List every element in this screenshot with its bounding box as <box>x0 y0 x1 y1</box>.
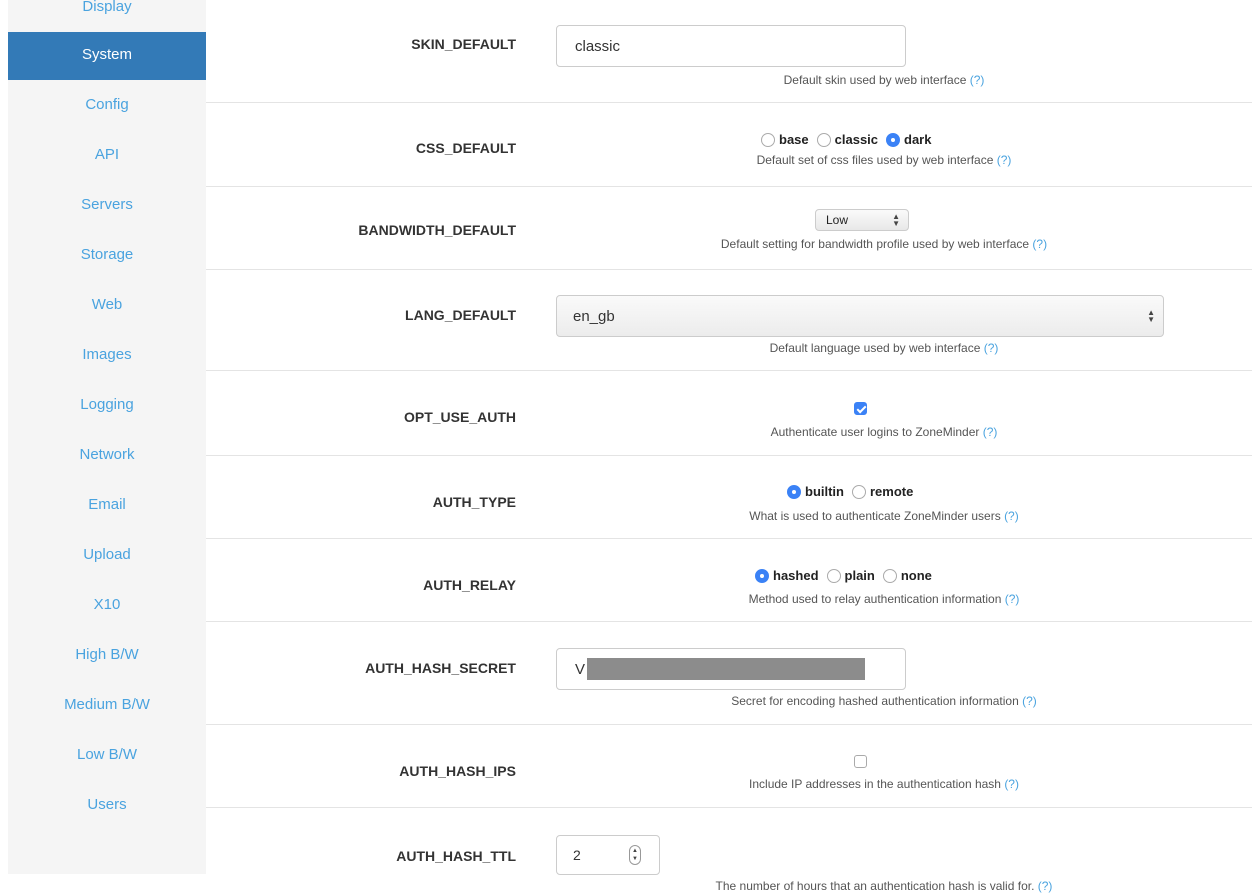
setting-row-bandwidth-default: BANDWIDTH_DEFAULT Low ▲ ▼ Default setting… <box>206 187 1252 270</box>
help-link[interactable]: (?) <box>1004 777 1019 791</box>
setting-label: AUTH_RELAY <box>423 577 516 593</box>
auth-type-radio-group: builtin remote <box>787 484 921 499</box>
select-value: en_gb <box>573 307 615 325</box>
sidebar-item-network[interactable]: Network <box>8 430 206 480</box>
setting-help: Authenticate user logins to ZoneMinder (… <box>770 425 998 439</box>
auth-hash-ips-checkbox-wrap <box>854 755 867 773</box>
settings-sidebar: Display System Config API Servers Storag… <box>8 0 206 874</box>
radio-label: remote <box>870 484 914 499</box>
setting-label: AUTH_TYPE <box>432 494 516 510</box>
setting-label: SKIN_DEFAULT <box>411 36 516 52</box>
sidebar-item-images[interactable]: Images <box>8 330 206 380</box>
sidebar-item-x10[interactable]: X10 <box>8 580 206 630</box>
setting-help: Default skin used by web interface (?) <box>783 73 985 87</box>
help-link[interactable]: (?) <box>1032 237 1047 251</box>
setting-label: AUTH_HASH_TTL <box>396 848 516 864</box>
setting-row-auth-relay: AUTH_RELAY hashed plain none Method used… <box>206 539 1252 622</box>
auth-hash-ips-checkbox[interactable] <box>854 755 867 768</box>
redacted-block <box>587 658 866 680</box>
sidebar-item-config[interactable]: Config <box>8 80 206 130</box>
setting-help: Default set of css files used by web int… <box>756 153 1012 167</box>
help-link[interactable]: (?) <box>984 341 999 355</box>
auth-hash-secret-input[interactable]: V <box>556 648 906 690</box>
setting-label: OPT_USE_AUTH <box>403 409 516 425</box>
updown-arrows-icon: ▲ ▼ <box>892 212 900 228</box>
css-default-radio-group: base classic dark <box>761 132 939 147</box>
setting-row-auth-hash-ips: AUTH_HASH_IPS Include IP addresses in th… <box>206 725 1252 808</box>
bandwidth-default-select[interactable]: Low ▲ ▼ <box>815 209 909 231</box>
setting-help: Method used to relay authentication info… <box>748 592 1020 606</box>
setting-row-opt-use-auth: OPT_USE_AUTH Authenticate user logins to… <box>206 371 1252 456</box>
setting-help: Include IP addresses in the authenticati… <box>749 777 1019 791</box>
setting-row-auth-hash-secret: AUTH_HASH_SECRET V Secret for encoding h… <box>206 622 1252 725</box>
sidebar-item-api[interactable]: API <box>8 130 206 180</box>
sidebar-item-medium-bw[interactable]: Medium B/W <box>8 680 206 730</box>
skin-default-input[interactable]: classic <box>556 25 906 67</box>
relay-none-radio[interactable] <box>882 568 897 583</box>
help-link[interactable]: (?) <box>1004 509 1019 523</box>
input-value: V <box>575 660 586 678</box>
setting-row-auth-hash-ttl: AUTH_HASH_TTL 2 ▲ ▼ The number of hours t… <box>206 808 1252 896</box>
sidebar-item-low-bw[interactable]: Low B/W <box>8 730 206 780</box>
sidebar-item-upload[interactable]: Upload <box>8 530 206 580</box>
setting-label: BANDWIDTH_DEFAULT <box>358 222 516 238</box>
setting-row-skin-default: SKIN_DEFAULT classic Default skin used b… <box>206 0 1252 103</box>
updown-arrows-icon: ▲ ▼ <box>1147 308 1155 324</box>
lang-default-select[interactable]: en_gb ▲ ▼ <box>556 295 1164 337</box>
setting-label: AUTH_HASH_IPS <box>399 763 516 779</box>
setting-help: Secret for encoding hashed authenticatio… <box>731 694 1037 708</box>
radio-label: plain <box>844 568 875 583</box>
relay-plain-radio[interactable] <box>826 568 841 583</box>
opt-use-auth-checkbox-wrap <box>854 402 867 420</box>
auth-builtin-radio[interactable] <box>787 484 801 499</box>
setting-help: Default setting for bandwidth profile us… <box>720 237 1048 251</box>
sidebar-item-display[interactable]: Display <box>8 0 206 32</box>
radio-label: base <box>779 132 809 147</box>
select-value: Low <box>826 213 849 227</box>
setting-row-css-default: CSS_DEFAULT base classic dark Default se… <box>206 103 1252 187</box>
setting-label: AUTH_HASH_SECRET <box>365 660 516 676</box>
auth-remote-radio[interactable] <box>852 484 866 499</box>
radio-label: classic <box>834 132 879 147</box>
sidebar-item-servers[interactable]: Servers <box>8 180 206 230</box>
sidebar-item-web[interactable]: Web <box>8 280 206 330</box>
help-link[interactable]: (?) <box>1038 879 1053 893</box>
css-base-radio[interactable] <box>761 132 775 147</box>
setting-help: The number of hours that an authenticati… <box>715 879 1053 893</box>
setting-help: Default language used by web interface (… <box>769 341 999 355</box>
sidebar-item-logging[interactable]: Logging <box>8 380 206 430</box>
radio-label: dark <box>904 132 932 147</box>
setting-label: LANG_DEFAULT <box>405 307 516 323</box>
sidebar-item-users[interactable]: Users <box>8 780 206 830</box>
sidebar-item-system[interactable]: System <box>8 32 206 80</box>
auth-relay-radio-group: hashed plain none <box>755 568 940 583</box>
help-link[interactable]: (?) <box>1022 694 1037 708</box>
help-link[interactable]: (?) <box>970 73 985 87</box>
radio-label: none <box>900 568 932 583</box>
setting-row-auth-type: AUTH_TYPE builtin remote What is used to… <box>206 456 1252 539</box>
sidebar-item-email[interactable]: Email <box>8 480 206 530</box>
css-classic-radio[interactable] <box>816 132 831 147</box>
settings-form: SKIN_DEFAULT classic Default skin used b… <box>206 0 1252 896</box>
setting-label: CSS_DEFAULT <box>415 140 516 156</box>
number-spinner-icon[interactable]: ▲ ▼ <box>629 845 641 865</box>
setting-row-lang-default: LANG_DEFAULT en_gb ▲ ▼ Default language u… <box>206 270 1252 371</box>
relay-hashed-radio[interactable] <box>755 568 769 583</box>
setting-help: What is used to authenticate ZoneMinder … <box>749 509 1019 523</box>
sidebar-item-high-bw[interactable]: High B/W <box>8 630 206 680</box>
input-value: 2 <box>573 847 581 863</box>
opt-use-auth-checkbox[interactable] <box>854 402 867 415</box>
help-link[interactable]: (?) <box>983 425 998 439</box>
sidebar-item-storage[interactable]: Storage <box>8 230 206 280</box>
radio-label: builtin <box>805 484 844 499</box>
radio-label: hashed <box>773 568 819 583</box>
help-link[interactable]: (?) <box>1005 592 1020 606</box>
css-dark-radio[interactable] <box>886 132 901 147</box>
help-link[interactable]: (?) <box>997 153 1012 167</box>
auth-hash-ttl-input[interactable]: 2 ▲ ▼ <box>556 835 660 875</box>
